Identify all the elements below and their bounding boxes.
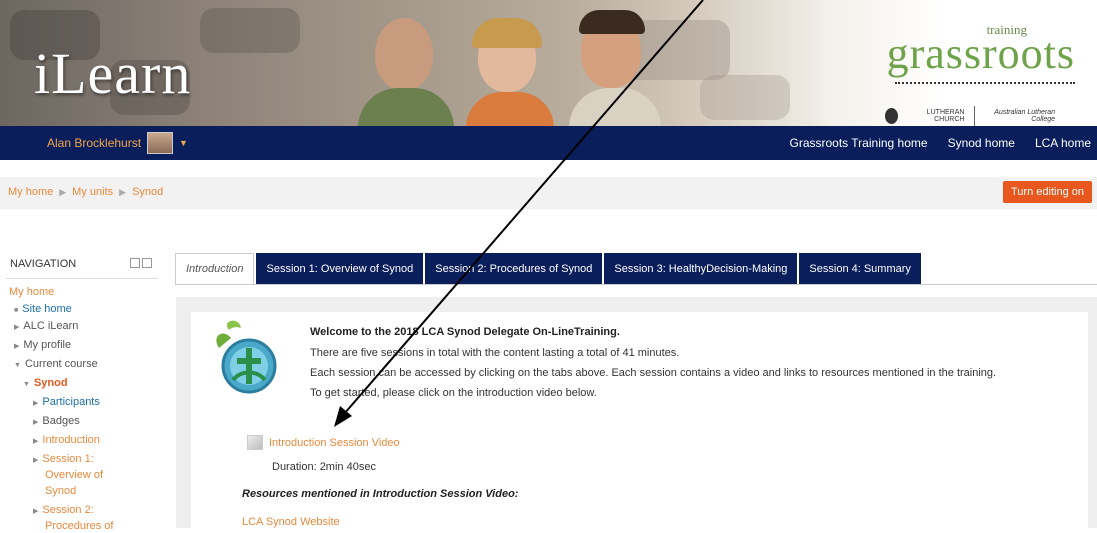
partner-divider [974, 106, 975, 126]
user-name[interactable]: Alan Brocklehurst [47, 136, 141, 150]
introduction-panel: Welcome to the 2018 LCA Synod Delegate O… [191, 312, 1088, 528]
intro-line-3: To get started, please click on the intr… [310, 387, 597, 399]
breadcrumb-my-units[interactable]: My units [72, 186, 113, 198]
course-logo-icon [211, 318, 281, 398]
triangle-right-icon: ▶ [59, 187, 66, 198]
logo-grassroots-text: grassroots [885, 28, 1075, 79]
nav-synod[interactable]: ▼ Synod [23, 377, 68, 391]
triangle-right-icon: ▶ [33, 508, 38, 515]
resources-heading: Resources mentioned in Introduction Sess… [242, 488, 518, 500]
nav-session-2-label[interactable]: Session 2: [42, 504, 93, 516]
top-navbar: Alan Brocklehurst ▼ Grassroots Training … [0, 126, 1097, 160]
nav-session-2[interactable]: ▶ Session 2: [33, 504, 94, 518]
user-menu[interactable]: Alan Brocklehurst ▼ [47, 132, 188, 154]
nav-session-1-label[interactable]: Session 1: [42, 453, 93, 465]
tab-session-2[interactable]: Session 2: Procedures of Synod [425, 253, 602, 284]
ilearn-logo: iLearn [34, 40, 191, 107]
avatar[interactable] [147, 132, 173, 154]
nav-my-profile-label[interactable]: My profile [23, 339, 71, 351]
tab-divider [175, 284, 1097, 285]
breadcrumb-my-home[interactable]: My home [8, 186, 53, 198]
tab-session-3[interactable]: Session 3: HealthyDecision-Making [604, 253, 797, 284]
nav-my-home[interactable]: My home [9, 286, 54, 299]
triangle-right-icon: ▶ [33, 419, 38, 426]
nav-badges[interactable]: ▶ Badges [33, 415, 80, 429]
site-banner: iLearn training grassroots LUTHERAN CHUR… [0, 0, 1097, 126]
triangle-down-icon: ▼ [14, 362, 21, 369]
navigation-block: NAVIGATION My home ■ Site home ▶ ALC iLear… [0, 250, 165, 528]
breadcrumb: My home ▶ My units ▶ Synod [8, 186, 163, 198]
block-controls [130, 258, 152, 268]
nav-alc-ilearn-label[interactable]: ALC iLearn [23, 320, 78, 332]
nav-synod-label[interactable]: Synod [34, 377, 68, 389]
video-file-icon[interactable] [247, 435, 263, 450]
top-nav-links: Grassroots Training home Synod home LCA … [790, 126, 1097, 160]
dock-block-icon[interactable] [130, 258, 140, 268]
synod-home-link[interactable]: Synod home [948, 136, 1015, 150]
navigation-header: NAVIGATION [6, 250, 158, 279]
grassroots-training-home-link[interactable]: Grassroots Training home [790, 136, 928, 150]
partner-logos: LUTHERAN CHURCH Australian Lutheran Coll… [885, 106, 1055, 126]
banner-person-man [350, 0, 460, 126]
collapse-block-icon[interactable] [142, 258, 152, 268]
tab-session-4[interactable]: Session 4: Summary [799, 253, 920, 284]
caret-down-icon[interactable]: ▼ [179, 138, 188, 148]
triangle-right-icon: ▶ [119, 187, 126, 198]
tab-session-1[interactable]: Session 1: Overview of Synod [256, 253, 423, 284]
triangle-right-icon: ▶ [33, 438, 38, 445]
triangle-right-icon: ▶ [33, 457, 38, 464]
nav-badges-label[interactable]: Badges [42, 415, 79, 427]
nav-session-1-line3[interactable]: Synod [45, 485, 76, 498]
logo-grass-line [895, 82, 1075, 90]
banner-stone [200, 8, 300, 53]
video-duration: Duration: 2min 40sec [272, 461, 376, 473]
partner-college-label: Australian Lutheran College [985, 109, 1055, 123]
breadcrumb-synod[interactable]: Synod [132, 186, 163, 198]
lca-synod-website-link[interactable]: LCA Synod Website [242, 516, 340, 528]
triangle-down-icon: ▼ [23, 381, 30, 388]
banner-person-woman [462, 0, 557, 126]
nav-alc-ilearn[interactable]: ▶ ALC iLearn [14, 320, 78, 334]
nav-introduction-label[interactable]: Introduction [42, 434, 99, 446]
nav-participants[interactable]: ▶ Participants [33, 396, 100, 410]
breadcrumb-bar: My home ▶ My units ▶ Synod Turn editing … [0, 177, 1097, 209]
lutheran-church-icon [885, 108, 898, 124]
intro-line-2: Each session can be accessed by clicking… [310, 367, 996, 379]
grassroots-training-logo: training grassroots LUTHERAN CHURCH Aust… [885, 20, 1075, 126]
nav-participants-label[interactable]: Participants [42, 396, 99, 408]
nav-introduction[interactable]: ▶ Introduction [33, 434, 100, 448]
turn-editing-on-button[interactable]: Turn editing on [1003, 181, 1092, 203]
nav-site-home-label[interactable]: Site home [22, 303, 72, 315]
nav-my-profile[interactable]: ▶ My profile [14, 339, 71, 353]
tab-introduction[interactable]: Introduction [175, 253, 254, 284]
partner-church-label: LUTHERAN CHURCH [908, 109, 965, 123]
bullet-icon: ■ [14, 307, 18, 314]
welcome-title: Welcome to the 2018 LCA Synod Delegate O… [310, 326, 620, 338]
intro-line-1: There are five sessions in total with th… [310, 347, 679, 359]
introduction-video-label[interactable]: Introduction Session Video [269, 437, 400, 449]
banner-person-teen [567, 0, 667, 126]
nav-session-2-line2[interactable]: Procedures of [45, 520, 113, 533]
triangle-right-icon: ▶ [14, 324, 19, 331]
lca-home-link[interactable]: LCA home [1035, 136, 1091, 150]
nav-current-course[interactable]: ▼ Current course [14, 358, 98, 372]
tab-content-area: Welcome to the 2018 LCA Synod Delegate O… [176, 297, 1097, 528]
introduction-video-link[interactable]: Introduction Session Video [247, 435, 400, 450]
triangle-right-icon: ▶ [33, 400, 38, 407]
nav-current-course-label[interactable]: Current course [25, 358, 98, 370]
nav-site-home[interactable]: ■ Site home [14, 303, 72, 317]
navigation-title: NAVIGATION [10, 258, 76, 270]
nav-session-1[interactable]: ▶ Session 1: [33, 453, 94, 467]
banner-stone [700, 75, 790, 120]
triangle-right-icon: ▶ [14, 343, 19, 350]
logo-training-text: training [987, 22, 1027, 38]
session-tabs: Introduction Session 1: Overview of Syno… [175, 253, 923, 284]
nav-session-1-line2[interactable]: Overview of [45, 469, 103, 482]
